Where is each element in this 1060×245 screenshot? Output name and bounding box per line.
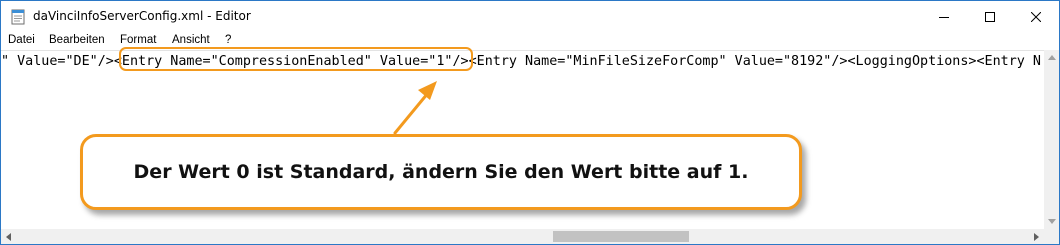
menu-bearbeiten[interactable]: Bearbeiten bbox=[49, 34, 105, 46]
menu-ansicht[interactable]: Ansicht bbox=[172, 34, 210, 46]
vertical-scrollbar[interactable] bbox=[1044, 50, 1059, 229]
minimize-button[interactable] bbox=[921, 1, 967, 32]
menu-format[interactable]: Format bbox=[120, 34, 156, 46]
scroll-up-icon[interactable] bbox=[1044, 50, 1059, 65]
highlight-box bbox=[119, 47, 473, 71]
minimize-icon bbox=[939, 7, 949, 26]
scroll-right-icon[interactable] bbox=[1029, 229, 1044, 244]
title-bar[interactable]: daVinciInfoServerConfig.xml - Editor bbox=[1, 1, 1059, 32]
notepad-icon bbox=[11, 8, 25, 25]
scroll-down-icon[interactable] bbox=[1044, 214, 1059, 229]
menu-help[interactable]: ? bbox=[225, 34, 231, 46]
window-title: daVinciInfoServerConfig.xml - Editor bbox=[33, 9, 251, 23]
menu-datei[interactable]: Datei bbox=[8, 34, 35, 46]
close-icon bbox=[1030, 7, 1042, 26]
maximize-icon bbox=[985, 7, 995, 26]
maximize-button[interactable] bbox=[967, 1, 1013, 32]
close-button[interactable] bbox=[1013, 1, 1059, 32]
scroll-left-icon[interactable] bbox=[1, 229, 16, 244]
callout-box: Der Wert 0 ist Standard, ändern Sie den … bbox=[80, 134, 802, 210]
horizontal-scroll-thumb[interactable] bbox=[553, 231, 689, 242]
horizontal-scrollbar[interactable] bbox=[1, 229, 1044, 244]
callout-text: Der Wert 0 ist Standard, ändern Sie den … bbox=[133, 161, 749, 183]
scrollbar-corner bbox=[1044, 229, 1059, 244]
